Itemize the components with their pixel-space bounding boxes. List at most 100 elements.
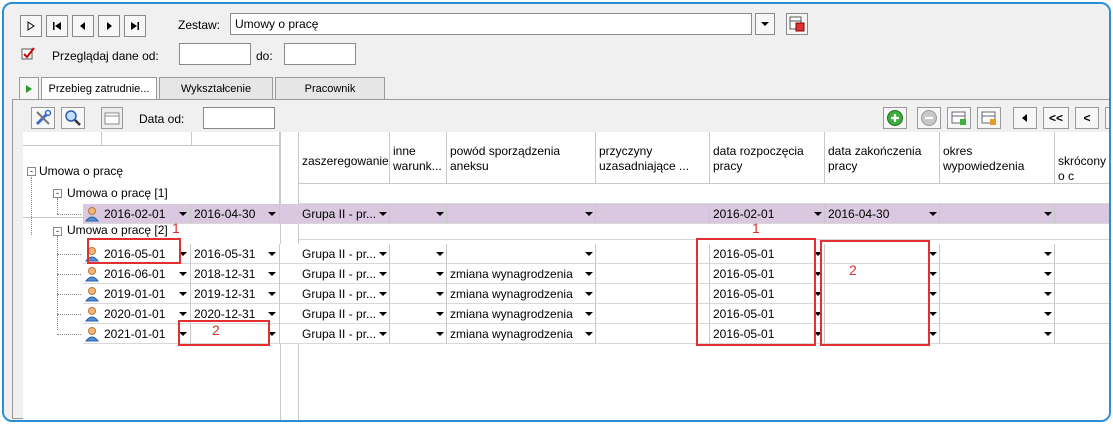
scroll-prev-button[interactable]: < [1075,107,1099,129]
grid-cell[interactable] [940,204,1055,224]
grid-cell[interactable] [1055,204,1109,224]
grid-edit-button[interactable] [977,107,1001,129]
chevron-down-icon[interactable] [1044,292,1052,296]
grid-cell[interactable] [447,244,596,264]
grid-cell[interactable] [1055,304,1109,324]
grid-cell[interactable]: Grupa II - pr... [299,324,390,344]
go-start-button[interactable] [46,15,68,37]
tab-wyksztalcenie[interactable]: Wykształcenie [159,77,273,99]
search-button[interactable] [61,107,85,129]
next-record-button[interactable] [98,15,120,37]
chevron-down-icon[interactable] [436,332,444,336]
prev-record-button[interactable] [72,15,94,37]
grid-cell[interactable] [940,284,1055,304]
grid-cell[interactable] [1055,244,1109,264]
chevron-down-icon[interactable] [436,292,444,296]
chevron-down-icon[interactable] [268,212,276,216]
tab-pracownik[interactable]: Pracownik [275,77,385,99]
grid-cell[interactable] [940,244,1055,264]
zestaw-select[interactable]: Umowy o pracę [230,13,752,35]
chevron-down-icon[interactable] [379,212,387,216]
expand-minus-icon[interactable]: - [27,167,36,176]
chevron-down-icon[interactable] [179,312,187,316]
grid-add-button[interactable] [947,107,971,129]
chevron-down-icon[interactable] [436,212,444,216]
chevron-down-icon[interactable] [1044,312,1052,316]
grid-cell[interactable] [1055,324,1109,344]
chevron-down-icon[interactable] [585,212,593,216]
chevron-down-icon[interactable] [379,272,387,276]
chevron-down-icon[interactable] [379,312,387,316]
date-to-cell[interactable]: 2018-12-31 [191,264,280,284]
header-okres[interactable]: okres wypowiedzenia [940,132,1055,184]
chevron-down-icon[interactable] [1044,272,1052,276]
scroll-left-button[interactable] [1013,107,1037,129]
chevron-down-icon[interactable] [1044,252,1052,256]
chevron-down-icon[interactable] [929,292,937,296]
chevron-down-icon[interactable] [436,272,444,276]
grid-cell[interactable] [940,304,1055,324]
grid-cell[interactable] [940,324,1055,344]
last-record-button[interactable] [124,15,146,37]
chevron-down-icon[interactable] [379,252,387,256]
chevron-down-icon[interactable] [929,212,937,216]
date-to-cell[interactable]: 2019-12-31 [191,284,280,304]
zestaw-dropdown-button[interactable] [755,13,775,35]
grid-cell[interactable] [1055,264,1109,284]
chevron-down-icon[interactable] [268,312,276,316]
chevron-down-icon[interactable] [1044,332,1052,336]
header-data-rozpoczecia[interactable]: data rozpoczęcia pracy [710,132,825,184]
grid-cell[interactable] [596,284,710,304]
header-powod[interactable]: powód sporządzenia aneksu [447,132,596,184]
chevron-down-icon[interactable] [585,292,593,296]
chevron-down-icon[interactable] [436,252,444,256]
browse-from-input[interactable] [179,43,251,65]
chevron-down-icon[interactable] [1044,212,1052,216]
chevron-down-icon[interactable] [268,252,276,256]
chevron-down-icon[interactable] [436,312,444,316]
grid-cell[interactable]: Grupa II - pr... [299,284,390,304]
collapse-minus-icon[interactable]: - [53,189,62,198]
zestaw-config-button[interactable] [786,13,808,35]
grid-cell[interactable]: Grupa II - pr... [299,244,390,264]
header-skrocony[interactable]: skrócony o c [1055,132,1109,184]
grid-cell[interactable]: zmiana wynagrodzenia [447,324,596,344]
chevron-down-icon[interactable] [179,292,187,296]
tab-przebieg[interactable]: Przebieg zatrudnie... [41,77,157,99]
chevron-down-icon[interactable] [585,252,593,256]
scroll-next-button[interactable] [1105,107,1109,129]
grid-cell[interactable]: zmiana wynagrodzenia [447,284,596,304]
header-zaszeregowanie[interactable]: zaszeregowanie [299,132,390,184]
date-from-cell[interactable]: 2016-06-01 [101,264,191,284]
chevron-down-icon[interactable] [379,292,387,296]
header-przyczyny[interactable]: przyczyny uzasadniające ... [596,132,710,184]
date-to-cell[interactable]: 2016-04-30 [191,204,280,224]
grid-cell[interactable]: 2016-04-30 [825,204,940,224]
grid-cell[interactable]: Grupa II - pr... [299,204,390,224]
chevron-down-icon[interactable] [268,272,276,276]
scroll-first-button[interactable]: << [1043,107,1069,129]
data-od-input[interactable] [203,107,275,129]
chevron-down-icon[interactable] [268,292,276,296]
grid-cell[interactable] [447,204,596,224]
grid-cell[interactable]: zmiana wynagrodzenia [447,304,596,324]
chevron-down-icon[interactable] [585,312,593,316]
remove-row-button[interactable] [917,107,941,129]
tools-button[interactable] [31,107,55,129]
add-row-button[interactable] [883,107,907,129]
grid-cell[interactable] [596,304,710,324]
grid-cell[interactable]: Grupa II - pr... [299,304,390,324]
date-from-cell[interactable]: 2019-01-01 [101,284,191,304]
chevron-down-icon[interactable] [179,212,187,216]
grid-cell[interactable] [940,264,1055,284]
first-record-button[interactable] [20,15,42,37]
grid-cell[interactable] [596,324,710,344]
header-data-zakonczenia[interactable]: data zakończenia pracy [825,132,940,184]
chevron-down-icon[interactable] [929,252,937,256]
grid-cell[interactable] [596,264,710,284]
chevron-down-icon[interactable] [929,272,937,276]
chevron-down-icon[interactable] [179,272,187,276]
grid-cell[interactable] [596,244,710,264]
chevron-down-icon[interactable] [379,332,387,336]
chevron-down-icon[interactable] [585,332,593,336]
